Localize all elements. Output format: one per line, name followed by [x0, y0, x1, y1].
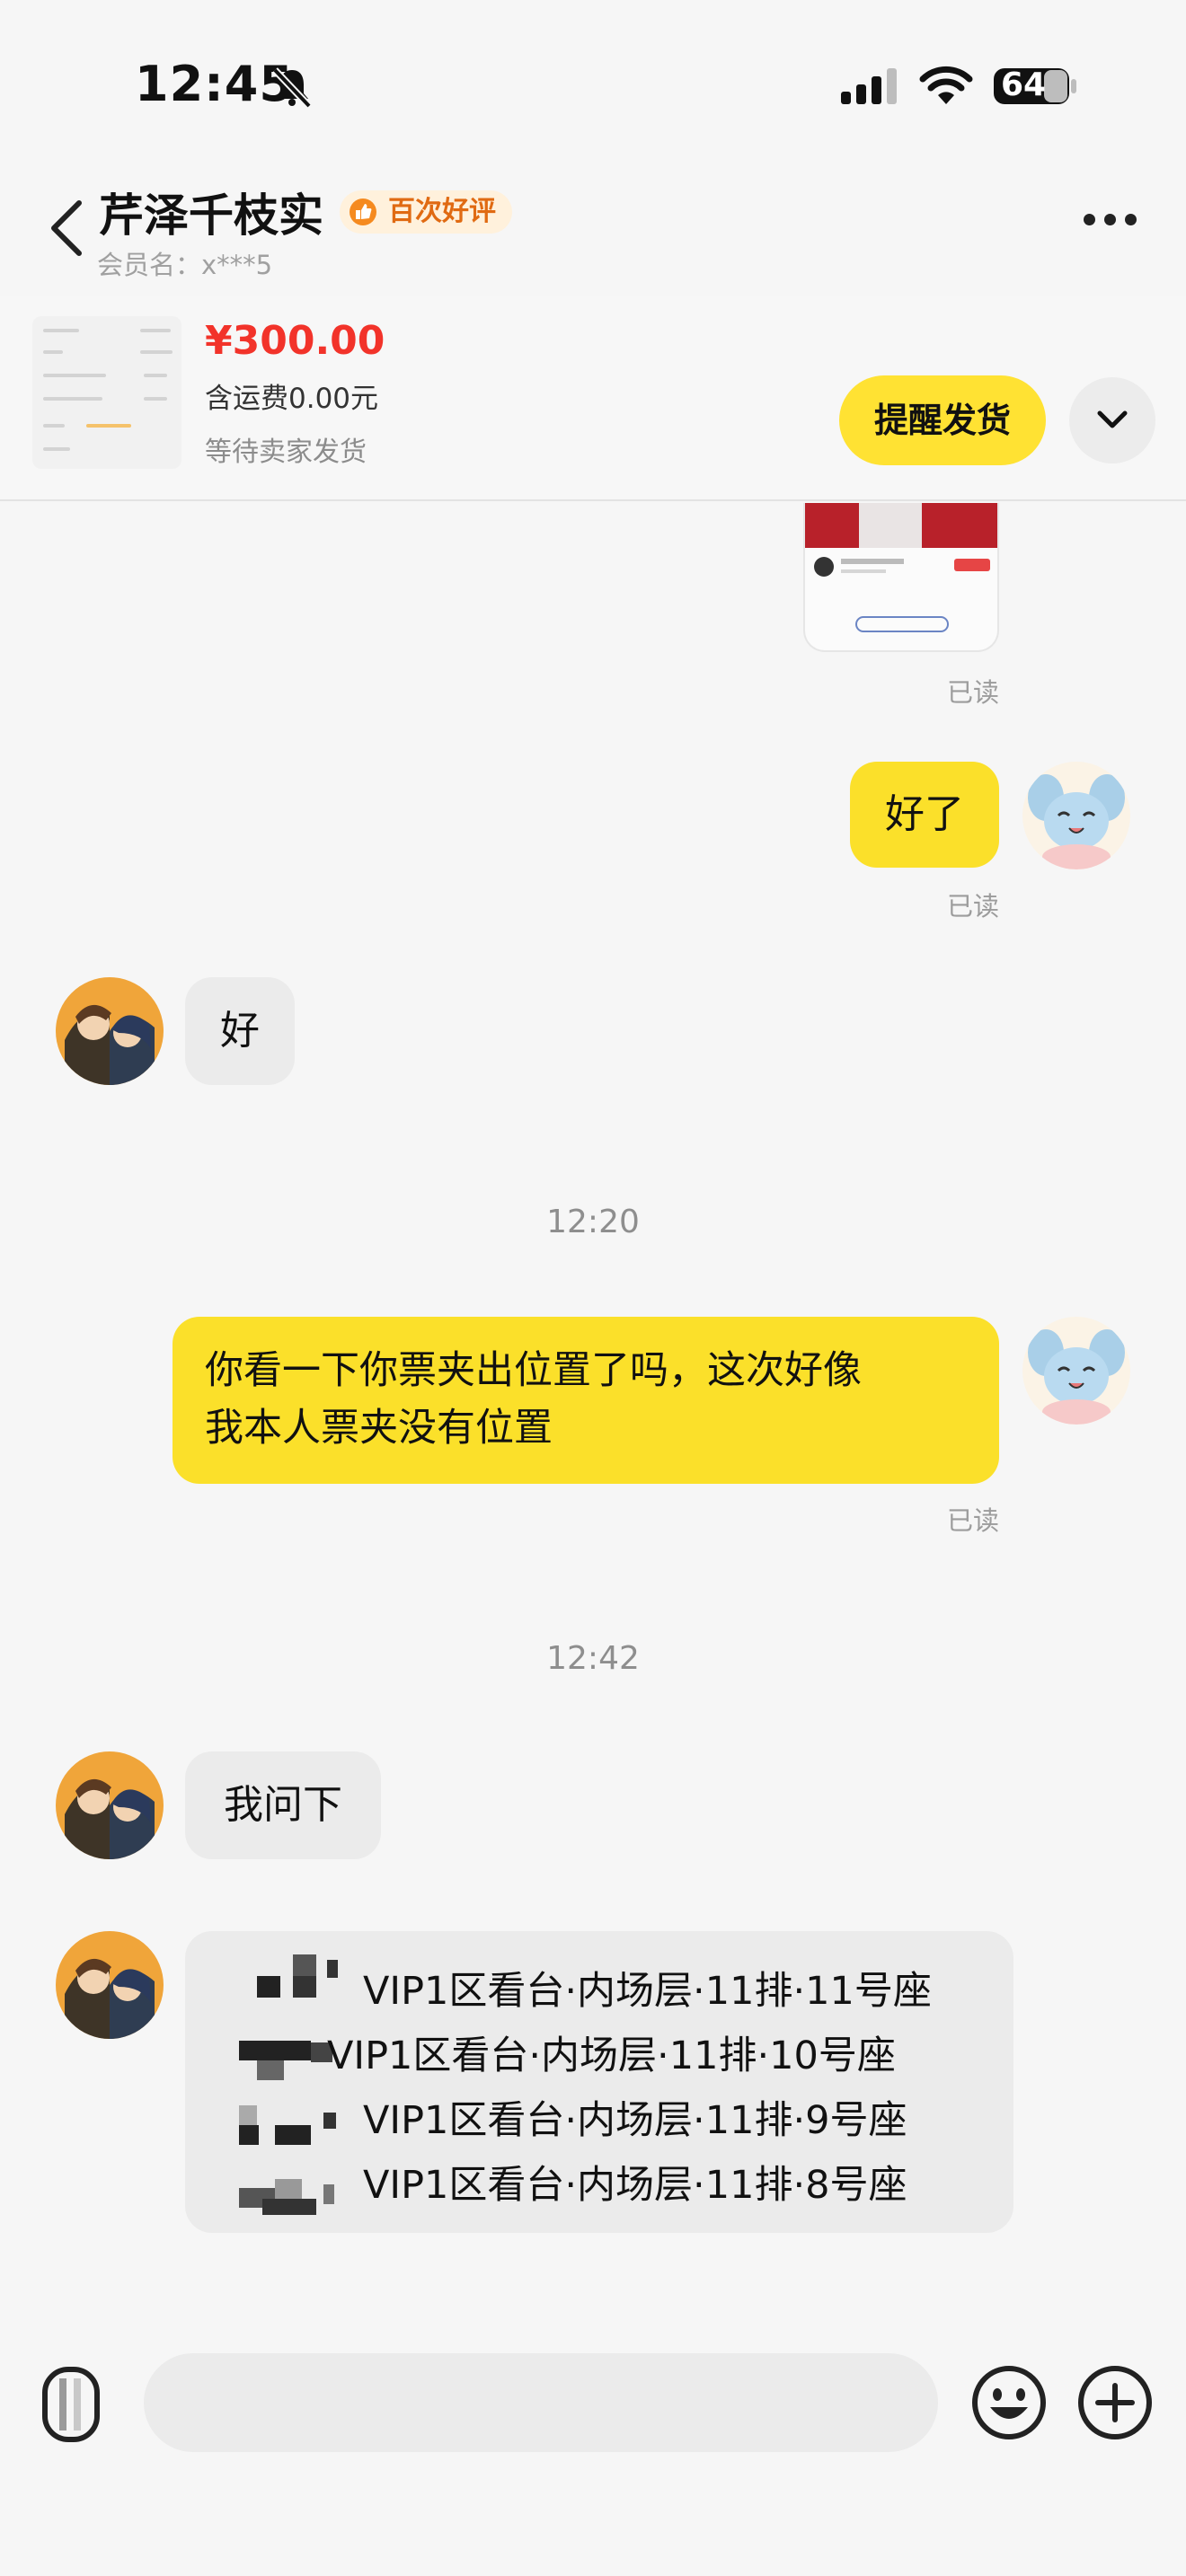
- redacted-mosaic: [212, 1954, 338, 2224]
- shared-card-message[interactable]: [803, 503, 999, 652]
- plus-icon[interactable]: [1076, 2364, 1154, 2441]
- wifi-icon: [919, 66, 973, 104]
- seller-avatar[interactable]: [56, 1931, 164, 2039]
- message-bubble-received[interactable]: 我问下: [185, 1751, 381, 1859]
- read-receipt: 已读: [947, 677, 1000, 708]
- battery-icon: 64: [992, 65, 1078, 108]
- back-arrow-icon[interactable]: [45, 198, 90, 259]
- order-price: ¥300.00: [205, 318, 385, 364]
- member-name: 会员名：x***5: [97, 250, 273, 280]
- thumbs-up-icon: [350, 198, 376, 225]
- my-avatar[interactable]: [1022, 762, 1130, 869]
- rating-badge: 百次好评: [340, 190, 512, 234]
- seller-avatar[interactable]: [56, 977, 164, 1085]
- read-receipt: 已读: [947, 891, 1000, 922]
- badge-label: 百次好评: [388, 196, 496, 227]
- message-bubble-sent[interactable]: 你看一下你票夹出位置了吗，这次好像 我本人票夹没有位置: [173, 1317, 999, 1484]
- signal-icon: [841, 68, 897, 104]
- order-shipping: 含运费0.00元: [205, 383, 379, 415]
- order-status: 等待卖家发货: [205, 437, 367, 468]
- expand-order-button[interactable]: [1069, 377, 1155, 463]
- voice-icon[interactable]: [41, 2366, 101, 2443]
- ticket-line: VIP1区看台·内场层·11排·9号座: [363, 2098, 907, 2143]
- emoji-icon[interactable]: [970, 2364, 1048, 2441]
- mute-bell-icon: [272, 67, 312, 108]
- message-input[interactable]: [144, 2353, 938, 2452]
- seller-avatar[interactable]: [56, 1751, 164, 1859]
- chat-title: 芹泽千枝实: [99, 190, 323, 242]
- message-bubble-received[interactable]: 好: [185, 977, 295, 1085]
- order-thumbnail[interactable]: [32, 316, 181, 469]
- message-bubble-sent[interactable]: 好了: [850, 762, 999, 868]
- message-timestamp: 12:20: [546, 1204, 640, 1240]
- message-timestamp: 12:42: [546, 1640, 640, 1677]
- ticket-line: VIP1区看台·内场层·11排·10号座: [327, 2033, 896, 2078]
- ticket-list-message[interactable]: VIP1区看台·内场层·11排·11号座 VIP1区看台·内场层·11排·10号…: [185, 1931, 1013, 2233]
- more-icon[interactable]: [1084, 212, 1148, 237]
- chevron-down-icon: [1097, 410, 1128, 428]
- ticket-line: VIP1区看台·内场层·11排·8号座: [363, 2163, 907, 2208]
- my-avatar[interactable]: [1022, 1317, 1130, 1425]
- read-receipt: 已读: [947, 1505, 1000, 1536]
- battery-level: 64: [1001, 66, 1047, 103]
- ticket-line: VIP1区看台·内场层·11排·11号座: [363, 1969, 932, 2014]
- remind-ship-button[interactable]: 提醒发货: [839, 375, 1046, 465]
